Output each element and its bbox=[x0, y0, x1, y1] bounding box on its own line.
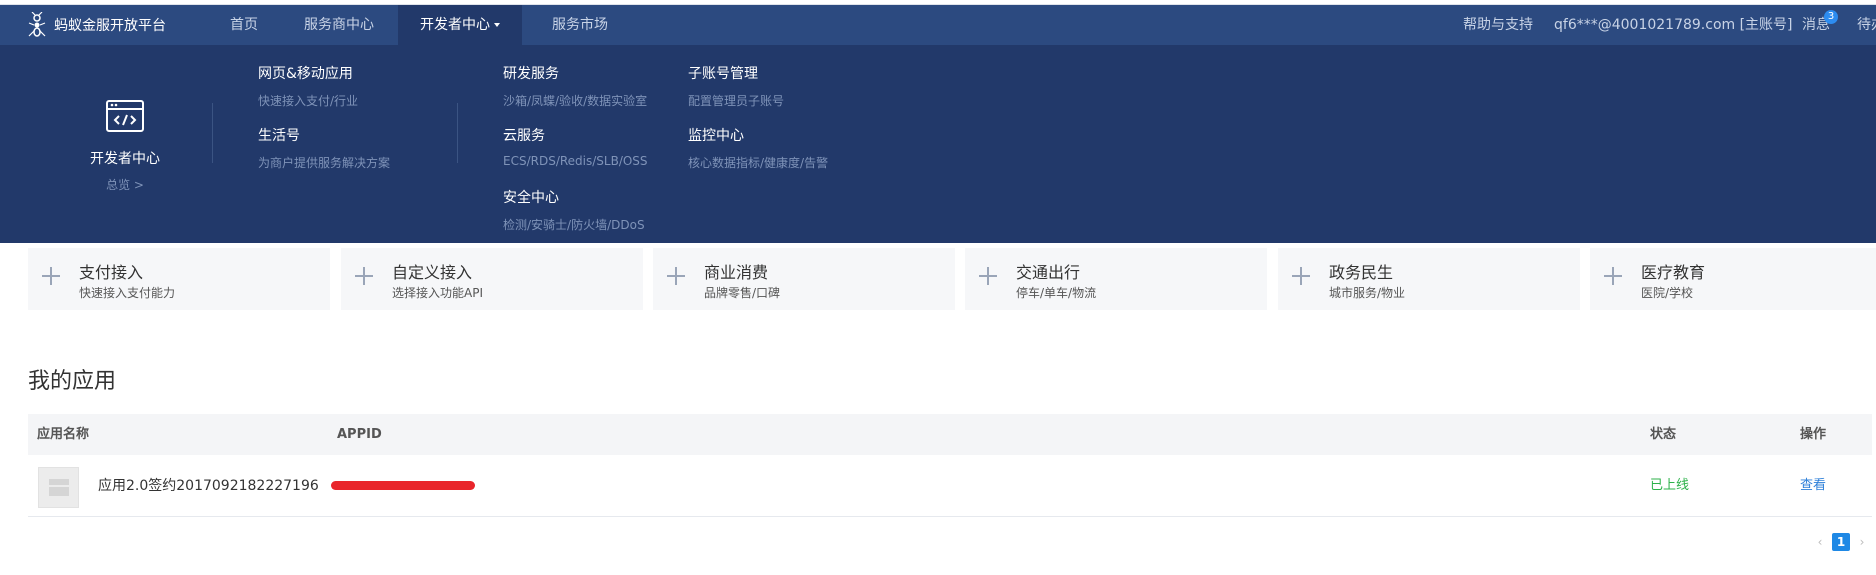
brand-logo[interactable]: 蚂蚁金服开放平台 bbox=[26, 5, 166, 45]
menu-dev-services[interactable]: 研发服务 沙箱/凤蝶/验收/数据实验室 bbox=[503, 63, 647, 109]
plus-icon bbox=[1604, 267, 1622, 285]
menu-item-title: 云服务 bbox=[503, 128, 545, 144]
table-row[interactable]: 应用2.0签约2017092182227196 已上线 查看 bbox=[28, 455, 1872, 517]
card-title: 自定义接入 bbox=[392, 263, 473, 282]
menu-web-mobile-apps[interactable]: 网页&移动应用 快速接入支付/行业 bbox=[258, 63, 358, 109]
nav-provider-center[interactable]: 服务商中心 bbox=[304, 5, 374, 45]
table-header: 应用名称 APPID 状态 操作 bbox=[28, 414, 1872, 455]
prev-page-icon[interactable]: ‹ bbox=[1812, 535, 1828, 549]
card-title: 交通出行 bbox=[1016, 263, 1081, 282]
todo-link[interactable]: 待办 bbox=[1857, 5, 1876, 45]
menu-security-center[interactable]: 安全中心 检测/安骑士/防火墙/DDoS bbox=[503, 187, 645, 233]
account-menu[interactable]: qf6***@4001021789.com [主账号] bbox=[1554, 5, 1793, 45]
ant-logo-icon bbox=[28, 12, 46, 37]
col-status: 状态 bbox=[1650, 427, 1677, 442]
card-desc: 快速接入支付能力 bbox=[79, 286, 176, 300]
brand-name: 蚂蚁金服开放平台 bbox=[54, 18, 166, 34]
top-navigation-bar: 蚂蚁金服开放平台 首页 服务商中心 开发者中心 服务市场 帮助与支持 qf6**… bbox=[0, 5, 1876, 45]
card-medical-education[interactable]: 医疗教育 医院/学校 bbox=[1590, 248, 1876, 310]
menu-item-desc: 核心数据指标/健康度/告警 bbox=[688, 156, 829, 170]
card-title: 政务民生 bbox=[1329, 263, 1394, 282]
menu-item-title: 子账号管理 bbox=[688, 66, 758, 82]
card-title: 支付接入 bbox=[79, 263, 144, 282]
developer-center-dropdown: 开发者中心 总览 > 网页&移动应用 快速接入支付/行业 生活号 为商户提供服务… bbox=[0, 45, 1876, 243]
menu-item-desc: 沙箱/凤蝶/验收/数据实验室 bbox=[503, 94, 648, 108]
col-action: 操作 bbox=[1800, 427, 1827, 442]
nav-home[interactable]: 首页 bbox=[230, 5, 258, 45]
card-desc: 停车/单车/物流 bbox=[1016, 286, 1097, 300]
next-page-icon[interactable]: › bbox=[1854, 535, 1870, 549]
card-transport[interactable]: 交通出行 停车/单车/物流 bbox=[965, 248, 1267, 310]
menu-item-desc: ECS/RDS/Redis/SLB/OSS bbox=[503, 154, 648, 168]
col-appid: APPID bbox=[337, 427, 382, 442]
card-title: 商业消费 bbox=[704, 263, 769, 282]
menu-monitor-center[interactable]: 监控中心 核心数据指标/健康度/告警 bbox=[688, 125, 828, 171]
menu-cloud-services[interactable]: 云服务 ECS/RDS/Redis/SLB/OSS bbox=[503, 125, 648, 168]
card-government[interactable]: 政务民生 城市服务/物业 bbox=[1278, 248, 1580, 310]
menu-item-title: 监控中心 bbox=[688, 128, 744, 144]
nav-service-market[interactable]: 服务市场 bbox=[552, 5, 608, 45]
menu-item-title: 生活号 bbox=[258, 128, 300, 144]
menu-sub-accounts[interactable]: 子账号管理 配置管理员子账号 bbox=[688, 63, 784, 109]
plus-icon bbox=[979, 267, 997, 285]
messages-link[interactable]: 消息 3 bbox=[1802, 5, 1838, 45]
app-name[interactable]: 应用2.0签约2017092182227196 bbox=[98, 455, 319, 517]
developer-center-title: 开发者中心 bbox=[90, 151, 160, 167]
menu-item-title: 研发服务 bbox=[503, 66, 559, 82]
nav-developer-center-label: 开发者中心 bbox=[420, 17, 490, 33]
card-desc: 城市服务/物业 bbox=[1329, 286, 1406, 300]
menu-item-title: 网页&移动应用 bbox=[258, 66, 353, 82]
card-desc: 选择接入功能API bbox=[392, 286, 483, 300]
card-payment-access[interactable]: 支付接入 快速接入支付能力 bbox=[28, 248, 330, 310]
menu-item-desc: 为商户提供服务解决方案 bbox=[258, 156, 391, 170]
plus-icon bbox=[1292, 267, 1310, 285]
menu-item-desc: 配置管理员子账号 bbox=[688, 94, 785, 108]
menu-lifestyle-account[interactable]: 生活号 为商户提供服务解决方案 bbox=[258, 125, 390, 171]
pagination: ‹ 1 › bbox=[1812, 533, 1870, 551]
menu-divider bbox=[457, 103, 458, 163]
plus-icon bbox=[355, 267, 373, 285]
plus-icon bbox=[42, 267, 60, 285]
appid-redacted bbox=[331, 481, 475, 490]
apps-table: 应用名称 APPID 状态 操作 应用2.0签约2017092182227196… bbox=[28, 414, 1872, 517]
nav-developer-center[interactable]: 开发者中心 bbox=[398, 5, 522, 45]
col-app-name: 应用名称 bbox=[37, 427, 90, 442]
view-app-link[interactable]: 查看 bbox=[1800, 455, 1826, 517]
messages-count-badge: 3 bbox=[1824, 10, 1838, 24]
card-commerce[interactable]: 商业消费 品牌零售/口碑 bbox=[653, 248, 955, 310]
card-desc: 品牌零售/口碑 bbox=[704, 286, 781, 300]
card-desc: 医院/学校 bbox=[1641, 286, 1694, 300]
app-placeholder-icon bbox=[38, 467, 79, 508]
status-badge: 已上线 bbox=[1650, 478, 1690, 493]
card-custom-access[interactable]: 自定义接入 选择接入功能API bbox=[341, 248, 643, 310]
page-number-current[interactable]: 1 bbox=[1832, 533, 1850, 551]
overview-link[interactable]: 总览 > bbox=[80, 176, 170, 193]
menu-divider bbox=[212, 103, 213, 163]
developer-code-icon bbox=[106, 100, 144, 132]
menu-item-desc: 快速接入支付/行业 bbox=[258, 94, 359, 108]
menu-item-desc: 检测/安骑士/防火墙/DDoS bbox=[503, 218, 645, 232]
plus-icon bbox=[667, 267, 685, 285]
menu-item-title: 安全中心 bbox=[503, 190, 559, 206]
my-apps-title: 我的应用 bbox=[28, 369, 117, 394]
help-support-link[interactable]: 帮助与支持 bbox=[1463, 5, 1533, 45]
caret-down-icon bbox=[494, 23, 500, 27]
card-title: 医疗教育 bbox=[1641, 263, 1706, 282]
developer-center-overview[interactable]: 开发者中心 总览 > bbox=[80, 100, 170, 193]
